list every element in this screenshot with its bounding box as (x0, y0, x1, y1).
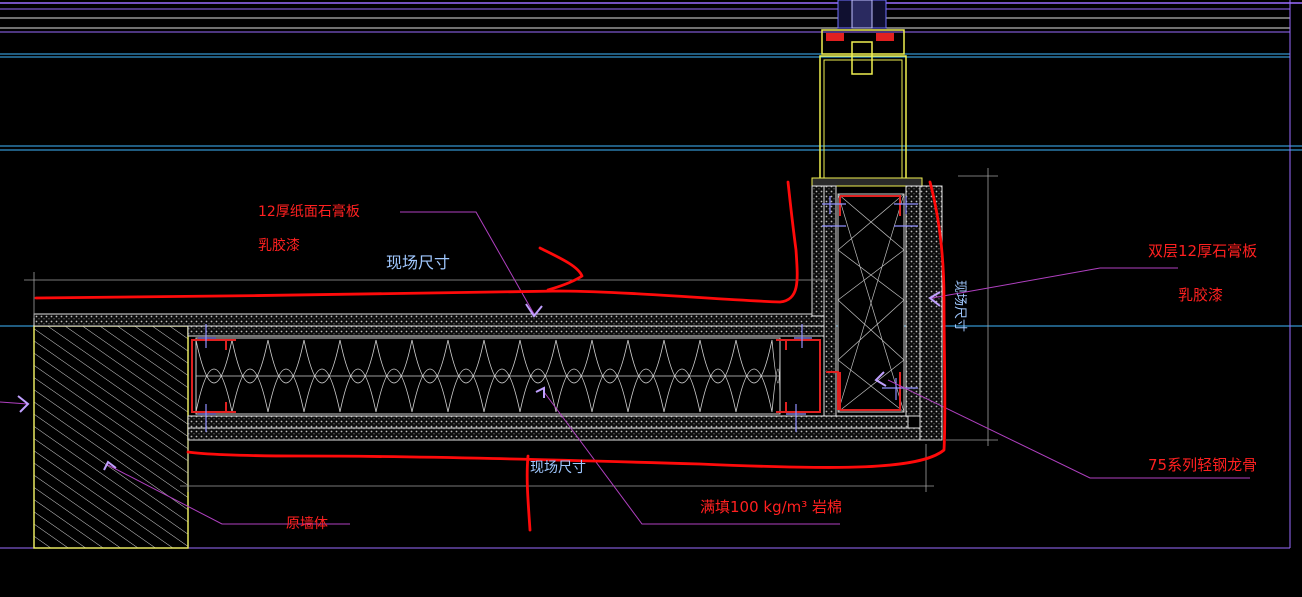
label-site-size-vertical: 现场尺寸 (952, 280, 967, 332)
label-site-size-top: 现场尺寸 (386, 253, 450, 272)
label-gypsum-12: 12厚纸面石膏板 (258, 203, 360, 220)
cad-drawing-canvas: 12厚纸面石膏板 乳胶漆 现场尺寸 现场尺寸 双层12厚石膏板 乳胶漆 75系列… (0, 0, 1302, 549)
grid-lines-top (0, 0, 1302, 549)
label-site-size-bottom: 现场尺寸 (530, 460, 586, 476)
original-wall-section (33, 325, 189, 549)
label-latex-paint-left: 乳胶漆 (258, 237, 300, 254)
label-double-gypsum: 双层12厚石膏板 (1148, 242, 1257, 260)
vertical-partition (811, 185, 943, 441)
label-original-wall: 原墙体 (286, 516, 328, 532)
label-latex-paint-right: 乳胶漆 (1178, 286, 1223, 304)
label-rock-wool: 满填100 kg/m³ 岩棉 (700, 498, 842, 516)
label-keel-75: 75系列轻钢龙骨 (1148, 456, 1257, 474)
